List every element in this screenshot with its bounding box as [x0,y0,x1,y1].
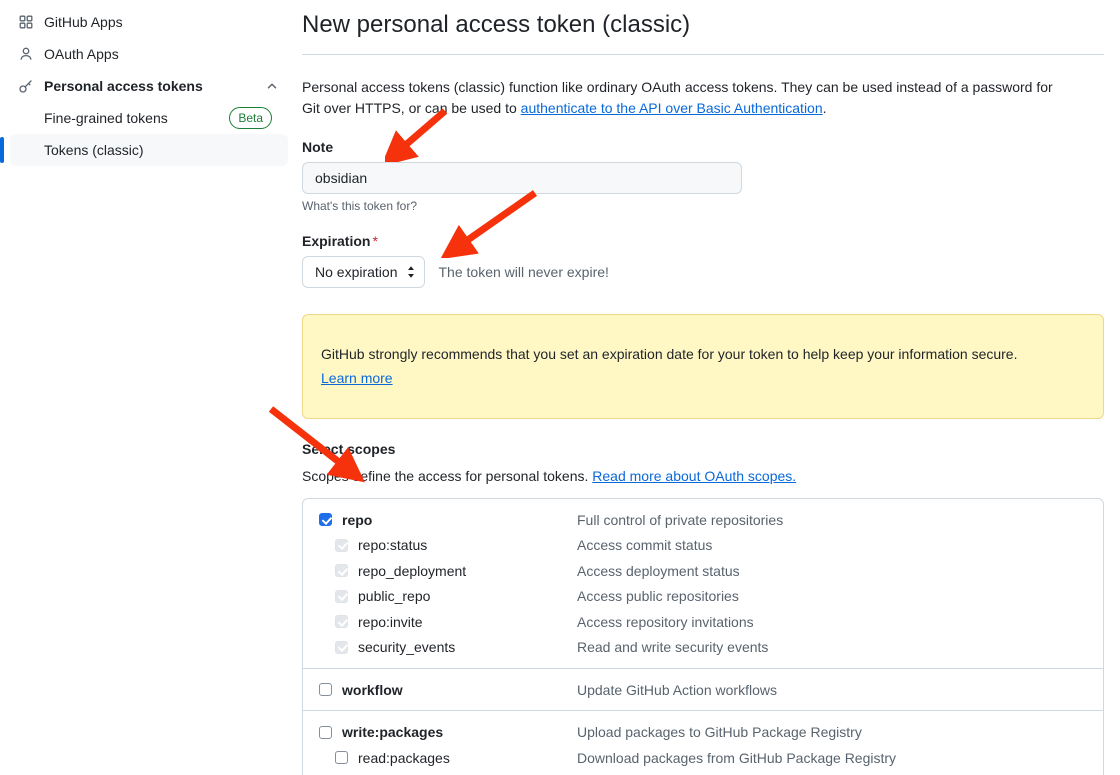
scope-name-cell: repo [319,512,577,528]
scope-checkbox-read:packages[interactable] [335,751,348,765]
note-input[interactable] [302,162,742,194]
scope-description: Access commit status [577,537,713,554]
page-root: GitHub Apps OAuth Apps Personal access t… [0,0,1120,775]
scope-checkbox-repo[interactable] [319,513,332,527]
select-updown-icon [406,264,416,280]
scope-label: security_events [358,639,456,656]
scopes-subtext-plain: Scopes define the access for personal to… [302,467,593,484]
expiration-row: No expiration The token will never expir… [302,256,1104,288]
expiration-note: The token will never expire! [438,264,609,280]
scope-checkbox-repo_deployment [335,564,348,578]
scope-row[interactable]: repo_deployment Access deployment status [303,558,1103,584]
sidebar-item-oauth-apps[interactable]: OAuth Apps [10,38,288,70]
scope-checkbox-public_repo [335,589,348,603]
scope-description: Upload packages to GitHub Package Regist… [577,724,862,741]
basic-auth-docs-link[interactable]: authenticate to the API over Basic Authe… [521,100,823,116]
select-scopes-heading: Select scopes [302,440,396,457]
warning-learn-more-link[interactable]: Learn more [321,367,393,389]
intro-text-end: . [822,100,827,116]
title-divider [302,54,1104,55]
expiration-label-text: Expiration [302,233,371,249]
sidebar-item-label: OAuth Apps [44,46,119,62]
sidebar-item-github-apps[interactable]: GitHub Apps [10,6,288,38]
scope-label: repo [342,511,373,528]
page-title: New personal access token (classic) [302,11,691,38]
scope-row[interactable]: repo Full control of private repositories [303,507,1103,533]
note-field-label: Note [302,139,334,155]
sidebar-item-fine-grained-tokens[interactable]: Fine-grained tokens Beta [10,102,288,134]
expiration-selected-value: No expiration [315,264,398,280]
scope-description: Access public repositories [577,588,739,605]
scope-label: repo:status [358,537,428,554]
scope-description: Access repository invitations [577,613,754,630]
scope-checkbox-write:packages[interactable] [319,725,332,739]
scope-description: Access deployment status [577,562,740,579]
expiration-warning-banner: GitHub strongly recommends that you set … [302,314,1104,419]
scope-row[interactable]: read:packages Download packages from GitH… [303,745,1103,771]
scope-name-cell: public_repo [335,588,577,604]
scope-checkbox-security_events [335,640,348,654]
scope-group: write:packages Upload packages to GitHub … [303,710,1103,770]
person-icon [18,46,34,62]
scope-row[interactable]: security_events Read and write security e… [303,634,1103,660]
scope-description: Update GitHub Action workflows [577,681,777,698]
apps-grid-icon [18,14,34,30]
scope-row[interactable]: write:packages Upload packages to GitHub … [303,719,1103,745]
scope-row[interactable]: public_repo Access public repositories [303,583,1103,609]
scope-checkbox-workflow[interactable] [319,683,332,697]
key-icon [18,78,34,94]
scope-description: Read and write security events [577,639,769,656]
scope-name-cell: read:packages [335,750,577,766]
note-hint: What's this token for? [302,199,418,213]
scope-row[interactable]: repo:invite Access repository invitations [303,609,1103,635]
scope-label: repo:invite [358,613,423,630]
main-content: New personal access token (classic) Pers… [298,0,1120,775]
sidebar-item-personal-access-tokens[interactable]: Personal access tokens [10,70,288,102]
scope-row[interactable]: repo:status Access commit status [303,532,1103,558]
scope-name-cell: repo:status [335,537,577,553]
scope-checkbox-repo:status [335,538,348,552]
sidebar-item-label: Tokens (classic) [44,142,144,158]
sidebar: GitHub Apps OAuth Apps Personal access t… [0,0,298,775]
scope-name-cell: repo_deployment [335,563,577,579]
sidebar-item-tokens-classic[interactable]: Tokens (classic) [0,134,288,166]
scope-name-cell: workflow [319,682,577,698]
scope-group: repo Full control of private repositories… [303,507,1103,660]
sidebar-item-label: Personal access tokens [44,78,203,94]
expiration-select[interactable]: No expiration [302,256,425,288]
scopes-list: repo Full control of private repositories… [302,497,1104,775]
scopes-subtext: Scopes define the access for personal to… [302,468,1104,484]
scope-label: repo_deployment [358,562,467,579]
scope-name-cell: security_events [335,639,577,655]
intro-paragraph: Personal access tokens (classic) functio… [302,77,1067,119]
scope-checkbox-repo:invite [335,615,348,629]
oauth-scopes-docs-link[interactable]: Read more about OAuth scopes. [592,468,796,484]
sidebar-item-label: Fine-grained tokens [44,110,168,126]
expiration-field-label: Expiration * [302,233,1104,249]
required-asterisk: * [372,233,378,249]
scope-label: read:packages [358,749,450,766]
sidebar-item-label: GitHub Apps [44,14,123,30]
chevron-up-icon[interactable] [264,78,280,94]
scope-row[interactable]: workflow Update GitHub Action workflows [303,677,1103,703]
scope-label: workflow [342,681,403,698]
scope-description: Download packages from GitHub Package Re… [577,749,897,766]
scope-group: workflow Update GitHub Action workflows [303,667,1103,703]
scope-name-cell: write:packages [319,724,577,740]
scope-label: write:packages [342,724,444,741]
beta-badge: Beta [229,107,272,129]
scope-label: public_repo [358,588,431,605]
scope-name-cell: repo:invite [335,614,577,630]
scope-description: Full control of private repositories [577,511,784,528]
warning-text: GitHub strongly recommends that you set … [321,346,1018,362]
